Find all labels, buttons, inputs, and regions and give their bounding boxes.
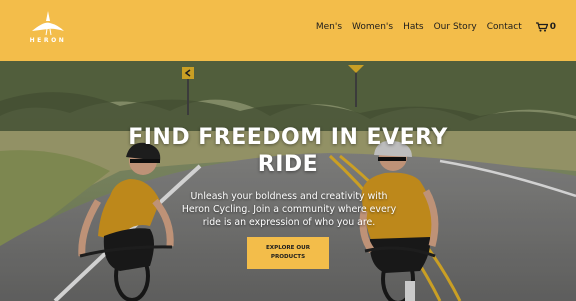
nav-link-our-story[interactable]: Our Story [434, 22, 477, 32]
main-nav: Men's Women's Hats Our Story Contact 0 [316, 22, 556, 32]
explore-products-button[interactable]: EXPLORE OUR PRODUCTS [247, 237, 329, 269]
nav-link-contact[interactable]: Contact [487, 22, 522, 32]
logo[interactable]: HERON [24, 9, 72, 49]
cart-count: 0 [549, 22, 556, 32]
nav-link-hats[interactable]: Hats [403, 22, 424, 32]
hero-headline: FIND FREEDOM IN EVERY RIDE [128, 125, 448, 177]
cart-icon [535, 22, 548, 32]
cart-button[interactable]: 0 [535, 22, 556, 32]
nav-link-mens[interactable]: Men's [316, 22, 342, 32]
site-header: HERON Men's Women's Hats Our Story Conta… [0, 0, 576, 61]
heron-bird-icon [32, 11, 64, 36]
brand-wordmark: HERON [29, 37, 67, 44]
hero-subtext: Unleash your boldness and creativity wit… [181, 191, 397, 228]
page: HERON Men's Women's Hats Our Story Conta… [0, 0, 576, 301]
nav-link-womens[interactable]: Women's [352, 22, 393, 32]
